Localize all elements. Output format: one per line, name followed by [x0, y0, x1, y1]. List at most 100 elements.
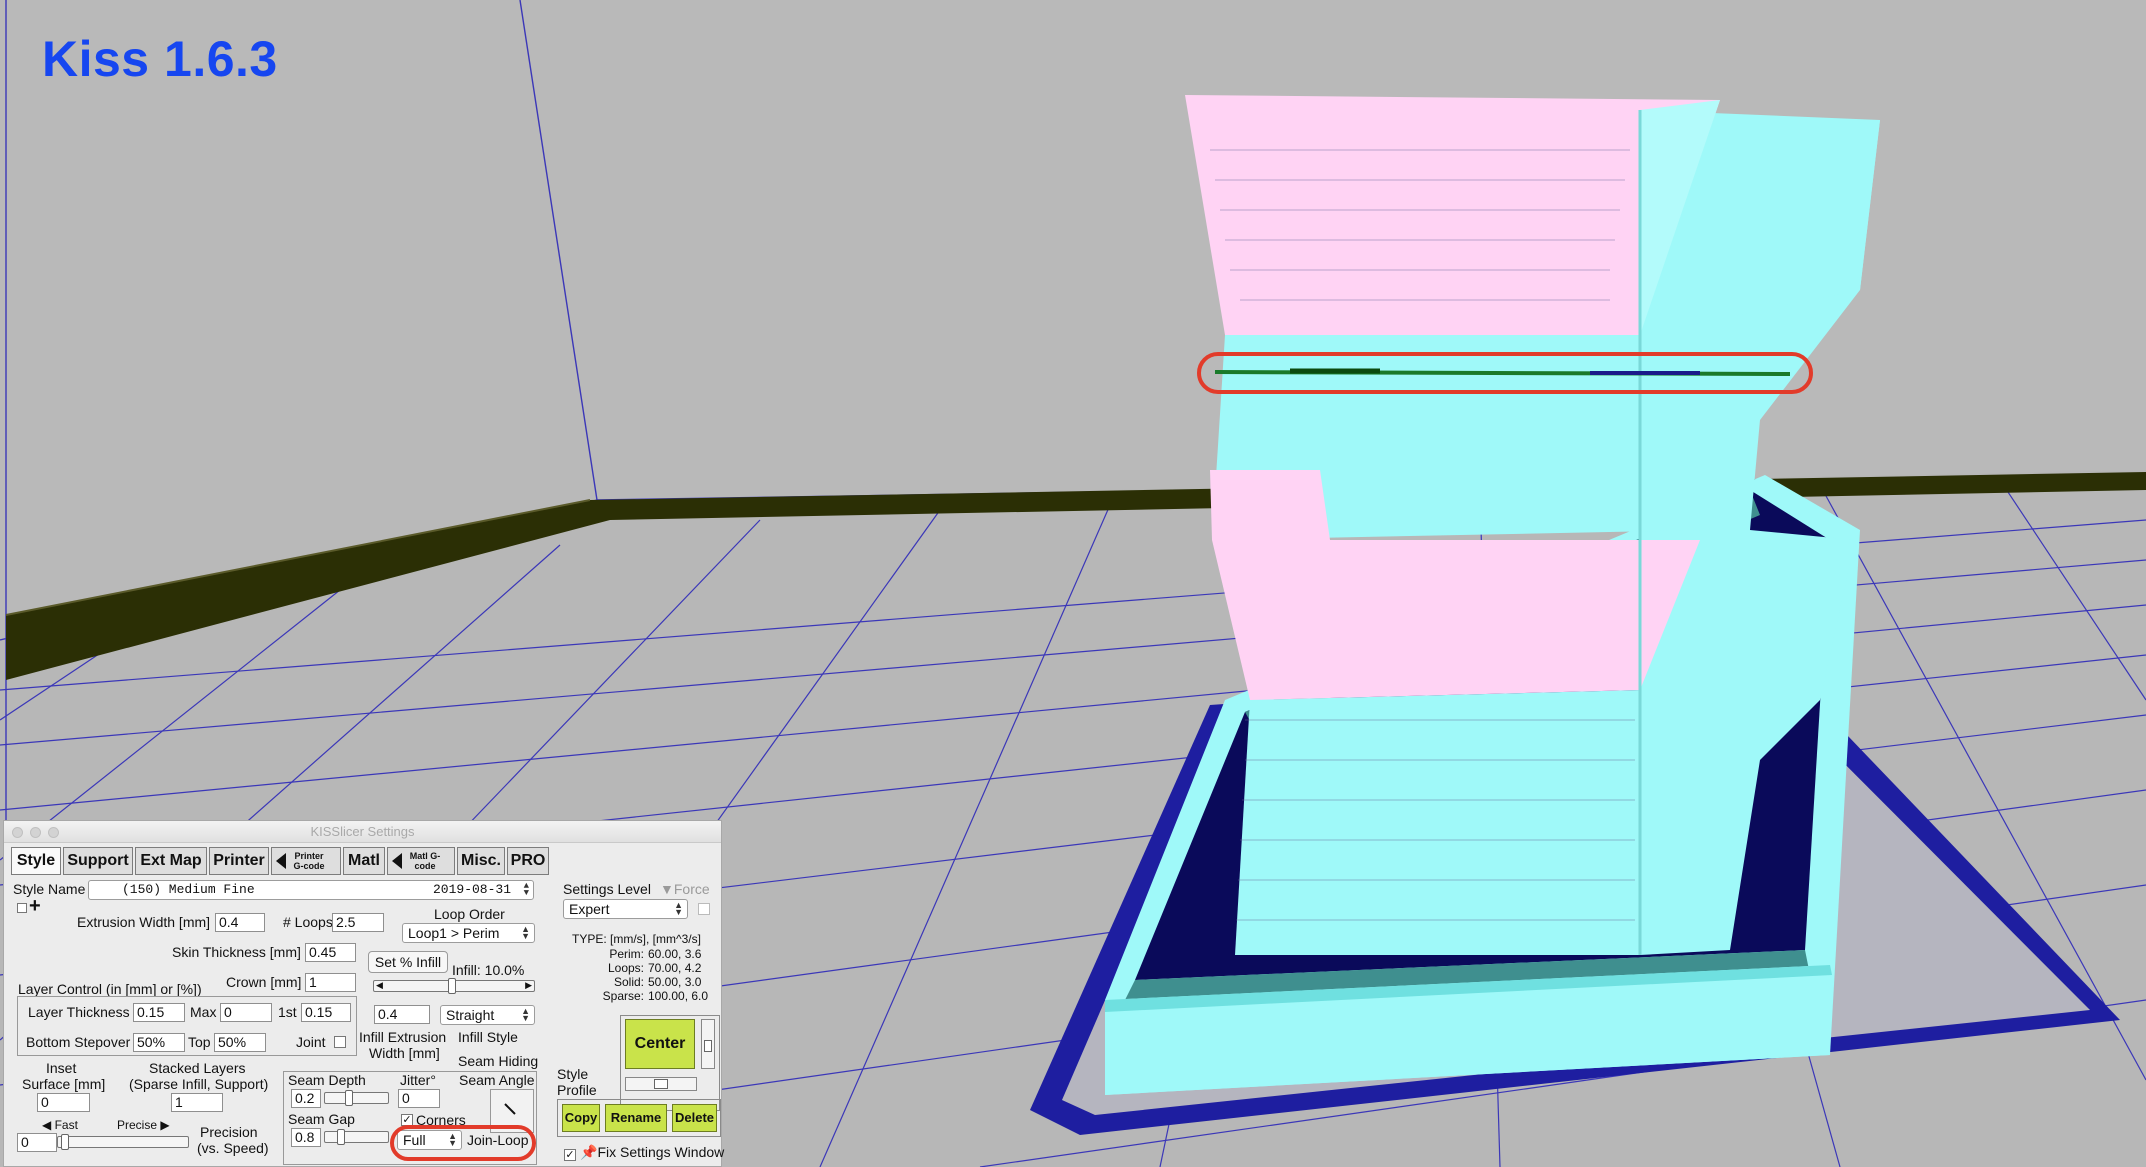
add-style-icon[interactable]: +: [29, 895, 41, 918]
close-window-button[interactable]: [12, 827, 23, 838]
loops-input[interactable]: 2.5: [332, 913, 384, 932]
settings-window-title: KISSlicer Settings: [310, 824, 415, 839]
fix-settings-window-checkbox[interactable]: ✓: [564, 1149, 576, 1161]
minimize-window-button[interactable]: [30, 827, 41, 838]
seam-depth-input[interactable]: 0.2: [291, 1089, 321, 1108]
inset-label-1: Inset: [46, 1060, 77, 1076]
joint-label: Joint: [296, 1034, 326, 1050]
infill-style-value: Straight: [446, 1007, 495, 1023]
force-label: ▼Force: [660, 881, 710, 897]
speed-row-perim-values: 60.00, 3.6: [648, 947, 702, 961]
settings-level-select[interactable]: Expert ▲ ▼: [563, 899, 688, 919]
extrusion-width-label: Extrusion Width [mm]: [77, 914, 211, 930]
seam-gap-slider-thumb[interactable]: [337, 1129, 345, 1145]
jitter-label: Jitter°: [400, 1072, 436, 1088]
center-horizontal-thumb[interactable]: [654, 1079, 668, 1089]
precise-arrow-icon: ▶: [157, 1118, 170, 1132]
style-name-select[interactable]: (150) Medium Fine 2019-08-31 ▲ ▼: [88, 880, 534, 900]
arrow-left-icon: [392, 853, 402, 869]
bottom-stepover-input[interactable]: 50%: [133, 1033, 185, 1052]
infill-slider[interactable]: ◀ ▶: [373, 978, 535, 994]
speed-row-loops-values: 70.00, 4.2: [648, 961, 702, 975]
center-vertical-thumb[interactable]: [704, 1040, 712, 1052]
infill-style-label: Infill Style: [458, 1029, 518, 1045]
loop-order-label: Loop Order: [434, 906, 505, 922]
tab-printer-gcode[interactable]: Printer G-code: [271, 847, 341, 875]
precision-label-1: Precision: [200, 1124, 258, 1140]
stacked-layers-label-1: Stacked Layers: [149, 1060, 246, 1076]
seam-highlight-annotation: [1197, 352, 1813, 394]
seam-gap-slider[interactable]: [324, 1129, 389, 1145]
tab-support[interactable]: Support: [63, 847, 133, 875]
speed-row-solid-name: Solid:: [613, 975, 644, 989]
triangle-down-icon: ▼: [660, 881, 674, 897]
set-infill-button[interactable]: Set % Infill: [368, 951, 448, 973]
style-new-checkbox[interactable]: [17, 903, 27, 913]
tab-style[interactable]: Style: [11, 847, 61, 875]
rename-button[interactable]: Rename: [605, 1104, 667, 1132]
speed-row-sparse-name: Sparse:: [602, 989, 644, 1003]
speed-type-header: TYPE: [mm/s], [mm^3/s]: [572, 932, 701, 946]
skin-thickness-input[interactable]: 0.45: [305, 943, 356, 962]
style-name-value: (150) Medium Fine: [122, 882, 255, 897]
infill-slider-thumb[interactable]: [447, 978, 456, 994]
stacked-layers-input[interactable]: 1: [171, 1093, 223, 1112]
fix-settings-window-text: Fix Settings Window: [597, 1144, 725, 1160]
precise-label-text: Precise: [117, 1118, 158, 1132]
tab-printer[interactable]: Printer: [209, 847, 269, 875]
seam-depth-slider[interactable]: [324, 1090, 389, 1106]
infill-style-select[interactable]: Straight ▲ ▼: [440, 1005, 535, 1025]
tab-matl-gcode[interactable]: Matl G-code: [387, 847, 455, 875]
center-vertical-scroll[interactable]: [701, 1019, 715, 1069]
style-name-label: Style Name: [13, 881, 86, 897]
settings-titlebar[interactable]: KISSlicer Settings: [4, 821, 721, 843]
seam-depth-slider-thumb[interactable]: [345, 1090, 353, 1106]
inset-surface-input[interactable]: 0: [37, 1093, 90, 1112]
skin-thickness-label: Skin Thickness [mm]: [172, 944, 301, 960]
layer-control-label: Layer Control (in [mm] or [%]): [18, 981, 202, 997]
pin-icon: 📌: [580, 1144, 598, 1160]
tab-pro[interactable]: PRO: [507, 847, 549, 875]
chevron-updown-icon: ▲ ▼: [521, 1006, 530, 1023]
jitter-input[interactable]: 0: [398, 1089, 440, 1108]
infill-extrusion-width-input[interactable]: 0.4: [374, 1005, 430, 1024]
force-checkbox[interactable]: [698, 903, 710, 915]
precision-label-2: (vs. Speed): [197, 1140, 269, 1156]
chevron-updown-icon: ▲ ▼: [674, 900, 683, 917]
crown-input[interactable]: 1: [305, 973, 356, 992]
layer-thickness-input[interactable]: 0.15: [133, 1003, 185, 1022]
fix-settings-window-label: 📌Fix Settings Window: [580, 1144, 724, 1161]
version-overlay-title: Kiss 1.6.3: [42, 31, 278, 87]
speed-row-loops-name: Loops:: [607, 961, 644, 975]
tab-ext-map[interactable]: Ext Map: [135, 847, 207, 875]
zoom-window-button[interactable]: [48, 827, 59, 838]
max-thickness-input[interactable]: 0: [220, 1003, 272, 1022]
precision-input[interactable]: 0: [17, 1133, 57, 1152]
style-profile-label-1: Style: [557, 1066, 589, 1082]
settings-level-label: Settings Level: [563, 881, 651, 897]
tab-matl[interactable]: Matl: [343, 847, 385, 875]
center-horizontal-scroll[interactable]: [625, 1077, 697, 1091]
delete-button[interactable]: Delete: [672, 1104, 717, 1132]
center-button[interactable]: Center: [625, 1019, 695, 1069]
settings-level-value: Expert: [569, 901, 610, 917]
loop-order-select[interactable]: Loop1 > Perim ▲ ▼: [402, 923, 535, 943]
top-stepover-input[interactable]: 50%: [214, 1033, 266, 1052]
seam-angle-label: Seam Angle: [459, 1072, 535, 1088]
infill-extrusion-label-2: Width [mm]: [369, 1045, 440, 1061]
infill-extrusion-label-1: Infill Extrusion: [359, 1029, 447, 1045]
precision-slider[interactable]: [57, 1134, 189, 1150]
first-layer-input[interactable]: 0.15: [301, 1003, 351, 1022]
seam-gap-label: Seam Gap: [288, 1111, 355, 1127]
copy-button[interactable]: Copy: [562, 1104, 600, 1132]
first-layer-label: 1st: [278, 1004, 297, 1020]
extrusion-width-input[interactable]: 0.4: [215, 913, 265, 932]
joint-checkbox[interactable]: [334, 1036, 346, 1048]
max-label: Max: [190, 1004, 217, 1020]
infill-percent-label: Infill: 10.0%: [452, 962, 525, 978]
fast-label: ◀ Fast: [42, 1118, 78, 1132]
slider-right-arrow-icon: ▶: [525, 980, 532, 990]
seam-gap-input[interactable]: 0.8: [291, 1128, 321, 1147]
precision-slider-thumb[interactable]: [61, 1134, 69, 1150]
tab-misc[interactable]: Misc.: [457, 847, 505, 875]
